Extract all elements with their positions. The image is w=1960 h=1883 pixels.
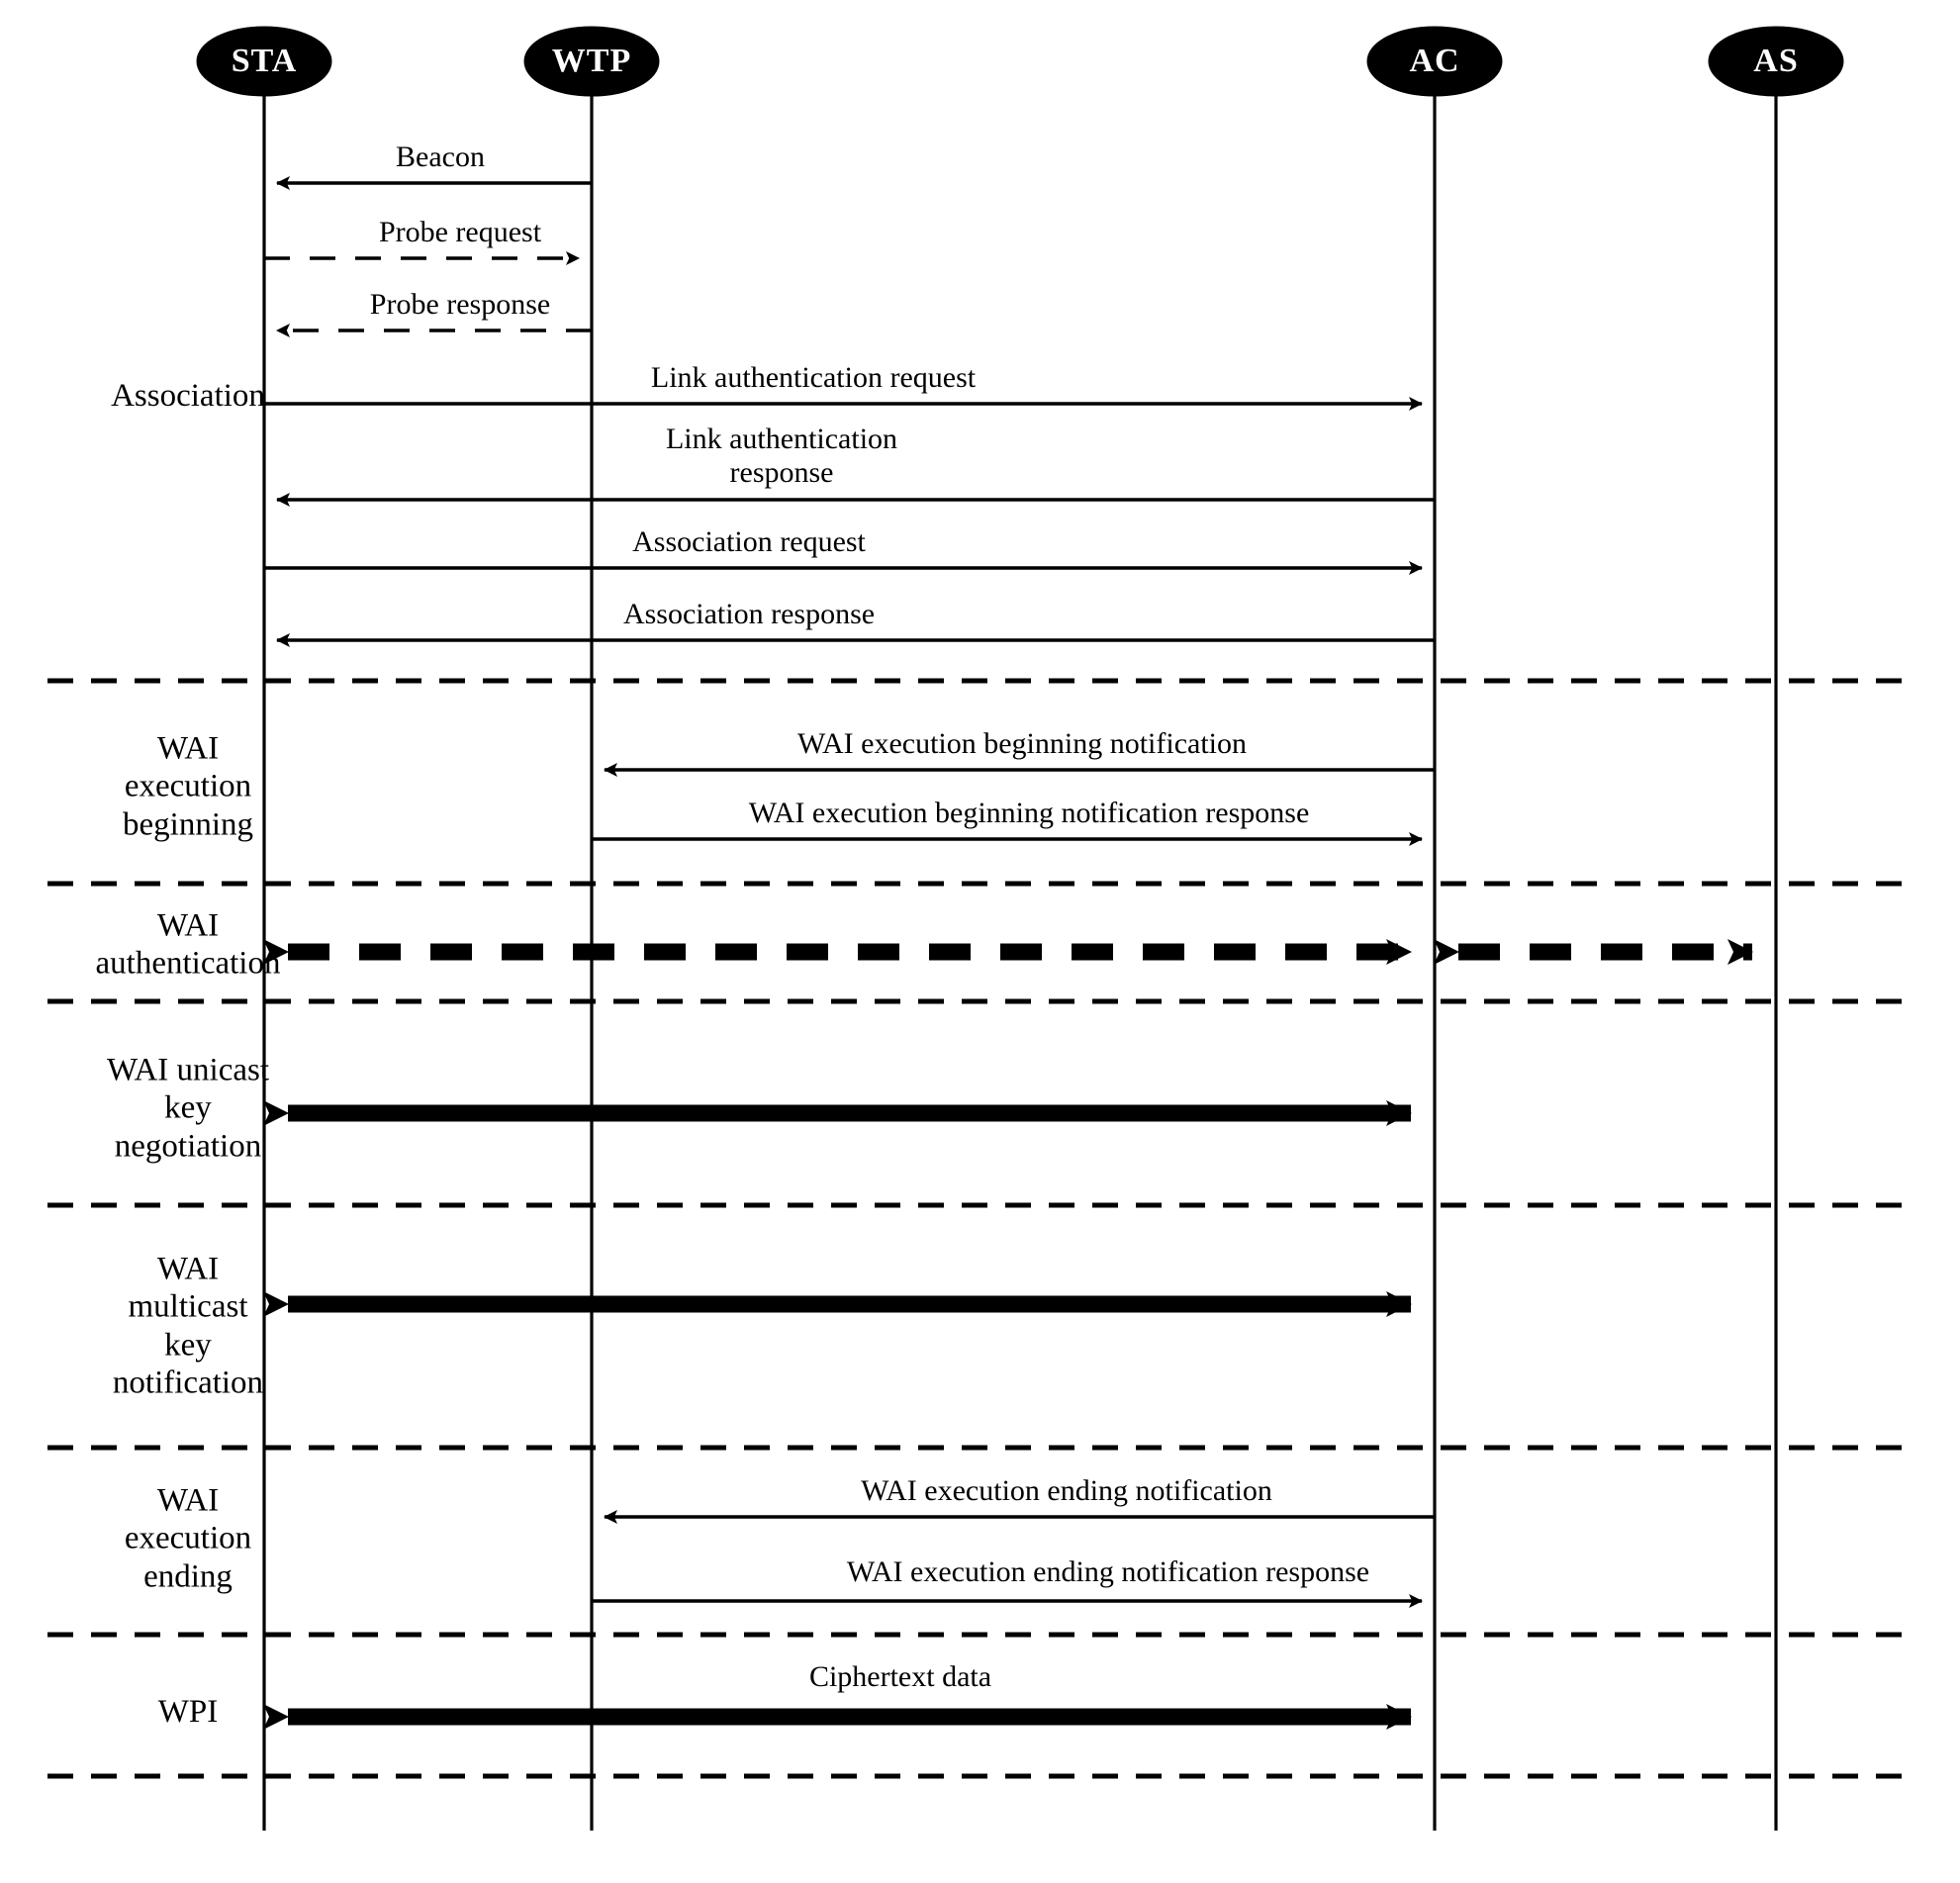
message-label-ciphertext-data: Ciphertext data — [808, 1660, 992, 1693]
stage-label-wai-begin: WAI execution beginning — [123, 730, 253, 843]
stage-label-association: Association — [111, 377, 265, 414]
message-label-wai-end-notification-response: WAI execution ending notification respon… — [846, 1555, 1370, 1588]
actor-node-as[interactable] — [1708, 26, 1844, 97]
message-label-association-response: Association response — [622, 598, 876, 630]
message-label-link-auth-response: Link authentication response — [665, 423, 898, 489]
stage-label-wai-auth: WAI authentication — [95, 907, 281, 982]
actor-node-ac[interactable] — [1366, 26, 1503, 97]
message-label-probe-request: Probe request — [378, 216, 542, 248]
message-label-link-auth-request: Link authentication request — [650, 361, 977, 394]
actor-node-wtp[interactable] — [523, 26, 660, 97]
message-label-beacon: Beacon — [396, 141, 485, 173]
sequence-diagram-canvas — [0, 0, 1960, 1883]
message-label-probe-response: Probe response — [369, 288, 551, 321]
stage-label-wai-multicast: WAI multicast key notification — [112, 1251, 264, 1401]
message-label-wai-begin-notification: WAI execution beginning notification — [796, 727, 1248, 760]
message-label-wai-begin-notification-response: WAI execution beginning notification res… — [748, 797, 1310, 829]
stage-label-wai-unicast: WAI unicast key negotiation — [106, 1052, 270, 1165]
stage-label-wpi: WPI — [157, 1693, 219, 1730]
message-label-wai-end-notification: WAI execution ending notification — [861, 1474, 1272, 1507]
actor-node-sta[interactable] — [196, 26, 332, 97]
message-label-association-request: Association request — [632, 525, 866, 558]
stage-label-wai-end: WAI execution ending — [124, 1482, 252, 1595]
